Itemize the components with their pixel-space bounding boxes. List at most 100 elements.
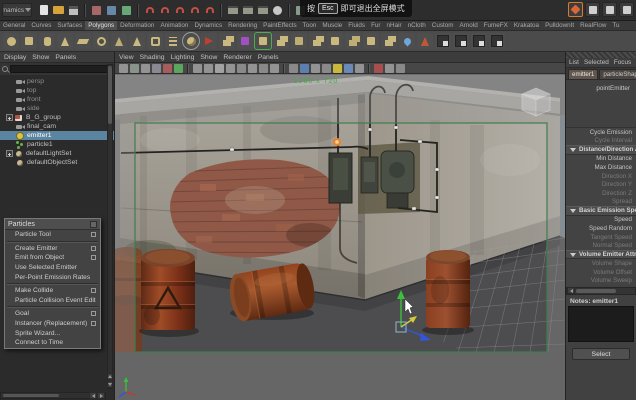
camera-attributes-icon[interactable] — [141, 64, 150, 73]
scrollbar-thumb[interactable] — [3, 394, 59, 397]
paint-effects-tree-icon[interactable] — [435, 33, 451, 49]
select-button[interactable]: Select — [572, 348, 630, 360]
scrollbar-thumb[interactable] — [108, 66, 112, 124]
bridge-icon[interactable] — [309, 33, 325, 49]
poly-prism-icon[interactable] — [111, 33, 127, 49]
snap-to-plane-icon[interactable] — [187, 3, 202, 18]
section-header-distance-direction-attributes[interactable]: Distance/Direction Attributes — [566, 145, 636, 154]
frame-all-icon[interactable] — [259, 64, 268, 73]
render-current-frame-icon[interactable] — [240, 3, 255, 18]
ae-menu-list[interactable]: List — [569, 59, 579, 66]
smooth-shade-icon[interactable] — [300, 64, 309, 73]
image-plane-icon[interactable] — [163, 64, 172, 73]
ae-menu-selected[interactable]: Selected — [584, 59, 609, 66]
shelf-tab-curves[interactable]: Curves — [28, 21, 54, 30]
outliner-item-top[interactable]: top — [0, 86, 114, 95]
shelf-tab-fur[interactable]: Fur — [368, 21, 383, 30]
shelf-tab-ncloth[interactable]: nCloth — [405, 21, 429, 30]
tool-settings-toggle[interactable] — [602, 2, 617, 17]
split-icon[interactable] — [345, 33, 361, 49]
viewport-menu-show[interactable]: Show — [200, 54, 217, 61]
option-box-icon[interactable] — [91, 255, 96, 260]
outliner-item-final_cam[interactable]: final_cam — [0, 122, 114, 131]
select-by-hierarchy-icon[interactable] — [89, 3, 104, 18]
checker-map-icon[interactable] — [489, 33, 505, 49]
paint-effects-grass-icon[interactable] — [453, 33, 469, 49]
outliner-menu-panels[interactable]: Panels — [55, 54, 76, 61]
shelf-tab-animation[interactable]: Animation — [157, 21, 191, 30]
outliner-filter-input[interactable] — [10, 65, 112, 73]
safe-title-icon[interactable] — [248, 64, 257, 73]
grid-icon[interactable] — [193, 64, 202, 73]
poly-pyramid-icon[interactable] — [129, 33, 145, 49]
render-view-icon[interactable] — [225, 3, 240, 18]
scrollbar-thumb[interactable] — [576, 289, 616, 293]
wireframe-icon[interactable] — [289, 64, 298, 73]
menu-item-particle-collision-event-editor[interactable]: Particle Collision Event Editor — [5, 296, 100, 306]
film-gate-icon[interactable] — [204, 64, 213, 73]
scroll-left-button[interactable] — [89, 392, 97, 399]
outliner-item-defaultObjectSet[interactable]: defaultObjectSet — [0, 158, 114, 167]
modeling-toolkit-toggle[interactable] — [568, 2, 583, 17]
outliner-menu-display[interactable]: Display — [4, 54, 26, 61]
poly-plane-icon[interactable] — [75, 33, 91, 49]
option-box-icon[interactable] — [91, 321, 96, 326]
shelf-tab-nhair[interactable]: nHair — [384, 21, 405, 30]
sculpt-tool-icon[interactable] — [417, 33, 433, 49]
viewport-menu-shading[interactable]: Shading — [140, 54, 165, 61]
ipr-render-icon[interactable] — [255, 3, 270, 18]
poly-cylinder-icon[interactable] — [39, 33, 55, 49]
option-box-icon[interactable] — [91, 288, 96, 293]
attribute-editor-hscrollbar[interactable] — [566, 287, 636, 295]
snap-to-point-icon[interactable] — [172, 3, 187, 18]
save-scene-icon[interactable] — [66, 3, 81, 18]
curve-warp-icon[interactable] — [201, 33, 217, 49]
emitter-glow[interactable] — [333, 138, 341, 146]
outliner-item-defaultLightSet[interactable]: defaultLightSet — [0, 149, 114, 158]
shelf-tab-fluids[interactable]: Fluids — [345, 21, 368, 30]
menu-item-per-point-emission-rates[interactable]: Per-Point Emission Rates — [5, 272, 100, 282]
expand-icon[interactable] — [6, 150, 13, 157]
poly-helix-icon[interactable] — [165, 33, 181, 49]
shelf-tab-custom[interactable]: Custom — [429, 21, 457, 30]
poly-soccer-ball-icon[interactable] — [183, 33, 199, 49]
outliner-item-side[interactable]: side — [0, 104, 114, 113]
shelf-tab-toon[interactable]: Toon — [300, 21, 320, 30]
select-by-component-icon[interactable] — [119, 3, 134, 18]
shelf-tab-deformation[interactable]: Deformation — [117, 21, 157, 30]
smooth-mesh-icon[interactable] — [255, 33, 271, 49]
shadows-icon[interactable] — [344, 64, 353, 73]
tearoff-icon[interactable] — [90, 221, 97, 228]
scroll-up-button[interactable] — [107, 373, 113, 380]
menu-item-make-collide[interactable]: Make Collide — [5, 286, 100, 296]
notes-field[interactable] — [568, 306, 634, 342]
ae-tab-emitter1[interactable]: emitter1 — [568, 69, 598, 79]
snap-to-grid-icon[interactable] — [142, 3, 157, 18]
scroll-down-button[interactable] — [107, 381, 113, 388]
shelf-tab-arnold[interactable]: Arnold — [457, 21, 481, 30]
ae-menu-focus[interactable]: Focus — [614, 59, 631, 66]
menu-item-sprite-wizard-[interactable]: Sprite Wizard... — [5, 328, 100, 338]
paint-effects-flower-icon[interactable] — [471, 33, 487, 49]
shelf-tab-dynamics[interactable]: Dynamics — [191, 21, 225, 30]
lights-icon[interactable] — [333, 64, 342, 73]
render-settings-icon[interactable] — [270, 3, 285, 18]
make-live-icon[interactable] — [202, 3, 217, 18]
shelf-tab-krakatoa[interactable]: Krakatoa — [511, 21, 542, 30]
viewport-menu-renderer[interactable]: Renderer — [223, 54, 251, 61]
outliner-item-emitter1[interactable]: emitter1 — [0, 131, 114, 140]
shelf-tab-general[interactable]: General — [0, 21, 28, 30]
option-box-icon[interactable] — [91, 311, 96, 316]
outliner-hscrollbar[interactable] — [0, 392, 106, 399]
viewport-panel[interactable]: ViewShadingLightingShowRendererPanels — [115, 52, 565, 400]
shelf-tab-polygons[interactable]: Polygons — [85, 21, 117, 30]
barrel-standing-left[interactable] — [141, 249, 195, 330]
select-camera-icon[interactable] — [119, 64, 128, 73]
new-scene-icon[interactable] — [36, 3, 51, 18]
outliner-item-B_G_group[interactable]: B_G_group — [0, 113, 114, 122]
shelf-tab-surfaces[interactable]: Surfaces — [54, 21, 85, 30]
outliner-menu-show[interactable]: Show — [32, 54, 49, 61]
textured-icon[interactable] — [311, 64, 320, 73]
menu-item-instancer-replacement-[interactable]: Instancer (Replacement) — [5, 319, 100, 329]
scroll-left-button[interactable] — [567, 287, 575, 294]
